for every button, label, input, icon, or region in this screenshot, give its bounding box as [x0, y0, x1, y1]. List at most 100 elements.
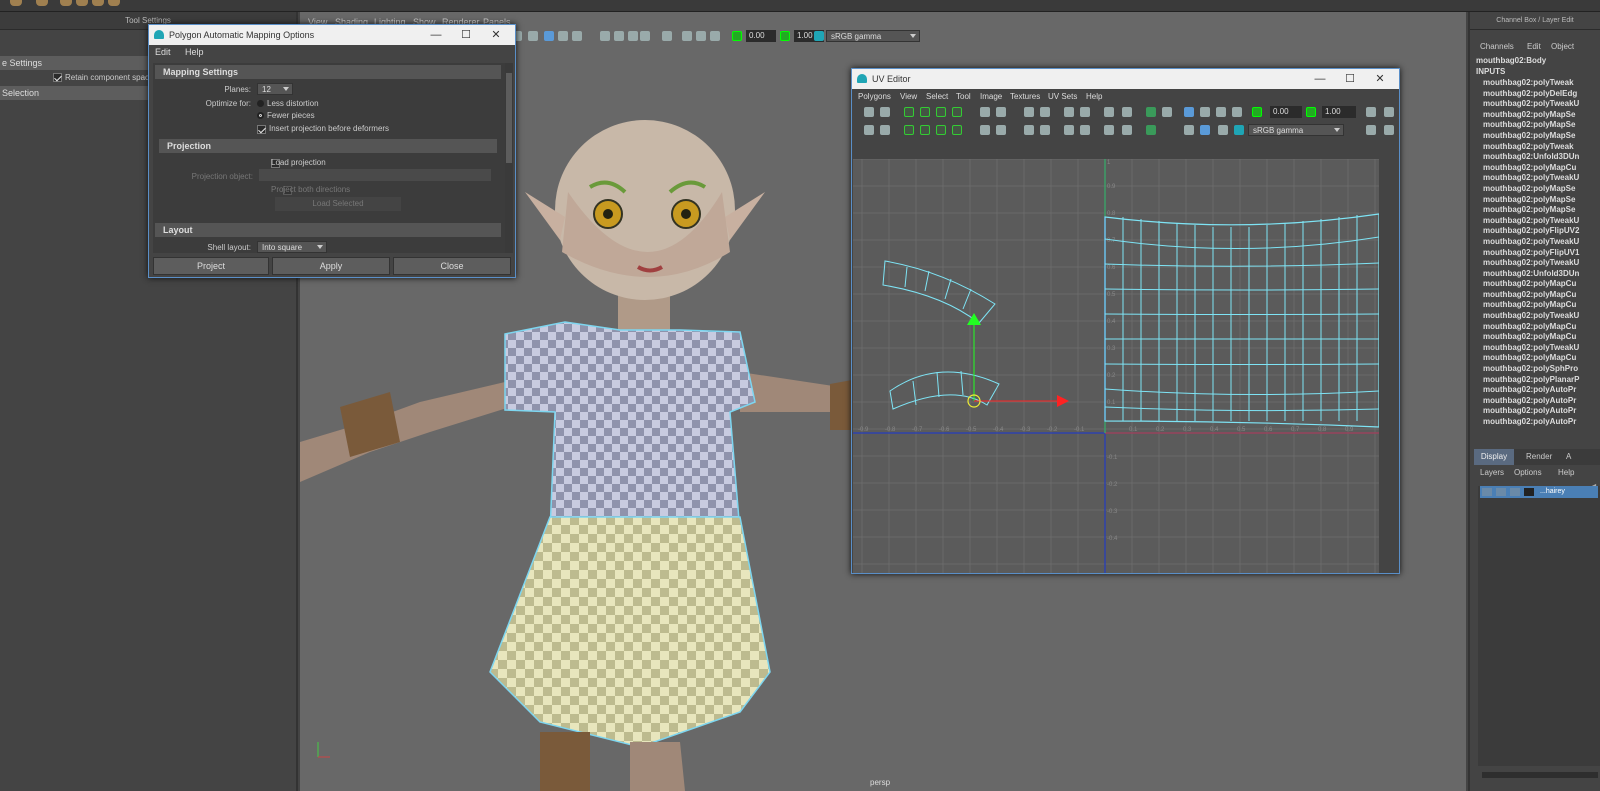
- input-node-item[interactable]: mouthbag02:polyTweak: [1470, 142, 1600, 153]
- input-node-item[interactable]: mouthbag02:polyTweakU: [1470, 99, 1600, 110]
- input-node-item[interactable]: mouthbag02:polyDelEdg: [1470, 89, 1600, 100]
- input-node-item[interactable]: mouthbag02:polySphPro: [1470, 364, 1600, 375]
- menu-help[interactable]: Help: [1558, 468, 1574, 477]
- color-management-icon[interactable]: [1234, 125, 1244, 135]
- input-node-item[interactable]: mouthbag02:polyPlanarP: [1470, 375, 1600, 386]
- toolbar-icon[interactable]: [1384, 107, 1394, 117]
- input-node-item[interactable]: mouthbag02:polyAutoPr: [1470, 396, 1600, 407]
- menu-object[interactable]: Object: [1551, 42, 1574, 51]
- toolbar-icon[interactable]: [880, 107, 890, 117]
- menu-help[interactable]: Help: [1086, 92, 1102, 101]
- input-node-item[interactable]: mouthbag02:polyTweakU: [1470, 258, 1600, 269]
- planes-select[interactable]: 12: [257, 83, 293, 95]
- toolbar-icon[interactable]: [864, 107, 874, 117]
- input-node-item[interactable]: mouthbag02:polyTweakU: [1470, 311, 1600, 322]
- toolbar-icon[interactable]: [904, 107, 914, 117]
- shelf-icon[interactable]: [92, 0, 104, 6]
- projection-section[interactable]: Projection: [159, 139, 497, 153]
- project-button[interactable]: Project: [153, 257, 269, 275]
- shell-layout-select[interactable]: Into square: [257, 241, 327, 253]
- input-node-item[interactable]: mouthbag02:polyMapSe: [1470, 195, 1600, 206]
- minimize-icon[interactable]: —: [1305, 69, 1335, 89]
- toolbar-icon[interactable]: [1366, 107, 1376, 117]
- toolbar-icon[interactable]: [1184, 125, 1194, 135]
- apply-button[interactable]: Apply: [272, 257, 390, 275]
- input-node-item[interactable]: mouthbag02:polyMapCu: [1470, 290, 1600, 301]
- mapping-settings-section[interactable]: Mapping Settings: [155, 65, 501, 79]
- menu-edit[interactable]: Edit: [155, 47, 171, 57]
- input-node-item[interactable]: mouthbag02:polyMapCu: [1470, 353, 1600, 364]
- input-node-item[interactable]: mouthbag02:polyMapSe: [1470, 131, 1600, 142]
- maximize-icon[interactable]: ☐: [451, 25, 481, 45]
- color-swatch-icon[interactable]: [1524, 488, 1534, 496]
- uv-gamma-field[interactable]: 1.00: [1322, 106, 1356, 118]
- input-node-item[interactable]: mouthbag02:polyMapSe: [1470, 184, 1600, 195]
- layout-section[interactable]: Layout: [155, 223, 501, 237]
- scrollbar-thumb[interactable]: [506, 73, 512, 163]
- uv-exposure-field[interactable]: 0.00: [1270, 106, 1302, 118]
- projection-object-field[interactable]: [259, 169, 491, 181]
- input-node-item[interactable]: mouthbag02:polyTweakU: [1470, 173, 1600, 184]
- tab-anim[interactable]: A: [1566, 452, 1571, 461]
- menu-select[interactable]: Select: [926, 92, 948, 101]
- exposure-icon[interactable]: [1252, 107, 1262, 117]
- gamma-icon[interactable]: [1306, 107, 1316, 117]
- toolbar-icon[interactable]: [1162, 107, 1172, 117]
- toolbar-icon[interactable]: [980, 125, 990, 135]
- shelf-icon[interactable]: [10, 0, 22, 6]
- shelf-icon[interactable]: [76, 0, 88, 6]
- toolbar-icon[interactable]: [1146, 107, 1156, 117]
- menu-tool[interactable]: Tool: [956, 92, 971, 101]
- toolbar-icon[interactable]: [1040, 125, 1050, 135]
- toolbar-icon[interactable]: [1232, 107, 1242, 117]
- input-node-item[interactable]: mouthbag02:polyTweakU: [1470, 216, 1600, 227]
- toolbar-icon[interactable]: [920, 107, 930, 117]
- input-node-item[interactable]: mouthbag02:polyAutoPr: [1470, 406, 1600, 417]
- visibility-icon[interactable]: [1482, 488, 1492, 496]
- toolbar-icon[interactable]: [1064, 125, 1074, 135]
- menu-options[interactable]: Options: [1514, 468, 1542, 477]
- toolbar-icon[interactable]: [1104, 107, 1114, 117]
- shelf-icon[interactable]: [108, 0, 120, 6]
- toolbar-icon[interactable]: [1366, 125, 1376, 135]
- uv-colorspace-select[interactable]: sRGB gamma: [1248, 124, 1344, 136]
- toolbar-icon[interactable]: [880, 125, 890, 135]
- input-node-item[interactable]: mouthbag02:polyAutoPr: [1470, 385, 1600, 396]
- menu-polygons[interactable]: Polygons: [858, 92, 891, 101]
- toolbar-icon[interactable]: [952, 107, 962, 117]
- input-node-item[interactable]: mouthbag02:polyMapSe: [1470, 205, 1600, 216]
- toolbar-icon[interactable]: [1146, 125, 1156, 135]
- input-node-item[interactable]: mouthbag02:polyMapCu: [1470, 322, 1600, 333]
- input-node-item[interactable]: mouthbag02:polyTweak: [1470, 78, 1600, 89]
- toolbar-icon[interactable]: [996, 125, 1006, 135]
- toolbar-icon[interactable]: [1080, 125, 1090, 135]
- minimize-icon[interactable]: —: [421, 25, 451, 45]
- tab-display[interactable]: Display: [1474, 449, 1514, 465]
- toolbar-icon[interactable]: [1122, 107, 1132, 117]
- toolbar-icon[interactable]: [1024, 107, 1034, 117]
- tab-render[interactable]: Render: [1526, 452, 1552, 461]
- toolbar-icon[interactable]: [920, 125, 930, 135]
- close-button[interactable]: Close: [393, 257, 511, 275]
- toolbar-icon[interactable]: [1122, 125, 1132, 135]
- toolbar-icon[interactable]: [1040, 107, 1050, 117]
- fewer-pieces-radio[interactable]: [257, 112, 264, 119]
- toolbar-icon[interactable]: [936, 125, 946, 135]
- input-node-item[interactable]: mouthbag02:polyMapSe: [1470, 110, 1600, 121]
- toolbar-icon[interactable]: [996, 107, 1006, 117]
- maximize-icon[interactable]: ☐: [1335, 69, 1365, 89]
- toolbar-icon[interactable]: [1218, 125, 1228, 135]
- uv-canvas[interactable]: -0.9 -0.8 -0.7 -0.6 -0.5 -0.4 -0.3 -0.2 …: [853, 159, 1379, 573]
- shelf-icon[interactable]: [36, 0, 48, 6]
- input-node-item[interactable]: mouthbag02:polyTweakU: [1470, 343, 1600, 354]
- dialog-scrollbar[interactable]: [505, 63, 513, 253]
- input-node-item[interactable]: mouthbag02:polyMapSe: [1470, 120, 1600, 131]
- toolbar-icon[interactable]: [936, 107, 946, 117]
- menu-view[interactable]: View: [900, 92, 917, 101]
- menu-textures[interactable]: Textures: [1010, 92, 1040, 101]
- toolbar-icon[interactable]: [864, 125, 874, 135]
- input-node-item[interactable]: mouthbag02:polyFlipUV1: [1470, 248, 1600, 259]
- menu-uv-sets[interactable]: UV Sets: [1048, 92, 1077, 101]
- toolbar-icon[interactable]: [1184, 107, 1194, 117]
- load-selected-button[interactable]: Load Selected: [275, 197, 401, 211]
